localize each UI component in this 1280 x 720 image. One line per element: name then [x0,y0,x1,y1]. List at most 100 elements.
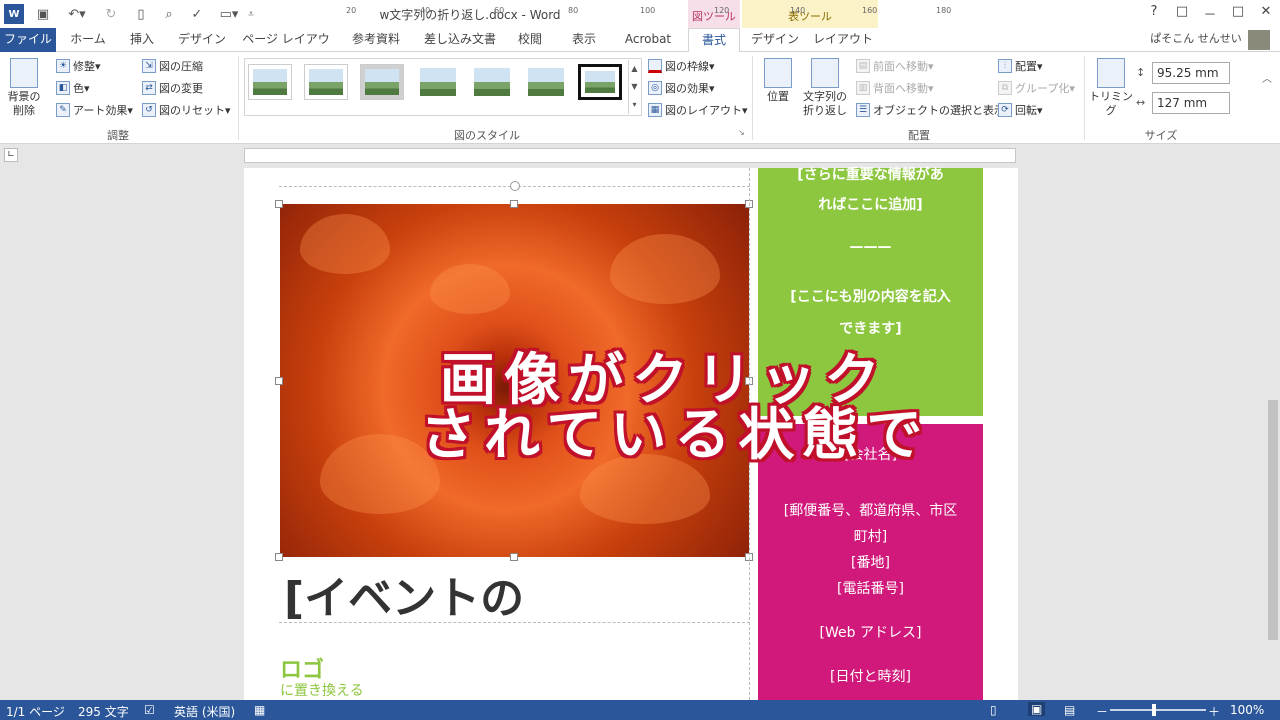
word-app-icon[interactable]: W [4,4,24,24]
word-count[interactable]: 295 文字 [78,703,129,720]
wrap-text-button[interactable]: 文字列の 折り返し [800,58,850,118]
picture-layout-button[interactable]: ▦ 図のレイアウト ▾ [648,100,748,120]
tab-file[interactable]: ファイル [0,28,56,52]
adjust-group-label: 調整 [107,129,129,142]
tab-references[interactable]: 参考資料 [340,28,412,52]
logo-placeholder-subtitle[interactable]: に置き換える [280,680,364,700]
remove-background-button[interactable]: 背景の 削除 [2,58,46,118]
street-address: [番地] [851,555,890,571]
group-divider [752,56,753,140]
tab-acrobat[interactable]: Acrobat [614,28,682,52]
save-icon[interactable]: ▣ [32,4,54,24]
zoom-slider-thumb[interactable] [1152,704,1156,716]
scrollbar-thumb[interactable] [1268,400,1278,640]
tab-view[interactable]: 表示 [562,28,606,52]
minimize-icon[interactable]: － [1198,4,1222,24]
artistic-effects-button[interactable]: ✎ アート効果 ▾ [56,100,133,120]
web-address: [Web アドレス] [819,625,922,641]
bring-forward-button[interactable]: ▤ 前面へ移動 ▾ [856,56,934,76]
crop-icon [1097,58,1125,88]
tab-design[interactable]: デザイン [172,28,232,52]
proofing-icon[interactable]: ☑ [144,703,155,717]
style-thumb[interactable] [578,64,622,100]
gallery-scroll[interactable]: ▲ ▼ ▾ [628,60,640,114]
group-button[interactable]: ⧉ グループ化 ▾ [998,78,1075,98]
style-thumb[interactable] [524,64,568,100]
tab-mailings[interactable]: 差し込み文書 [418,28,502,52]
new-document-icon[interactable]: ▯ [130,4,152,24]
rotate-icon: ⟳ [998,103,1012,117]
style-thumb[interactable] [248,64,292,100]
tab-table-design[interactable]: デザイン [746,28,804,52]
bring-forward-icon: ▤ [856,59,870,73]
customize-qat-icon[interactable]: ⩡ [244,4,258,24]
page-count[interactable]: 1/1 ページ [6,703,65,720]
change-picture-button[interactable]: ⇄ 図の変更 [142,78,203,98]
selection-pane-button[interactable]: ☰ オブジェクトの選択と表示 [856,100,1005,120]
change-picture-label: 図の変更 [159,82,203,95]
ribbon-display-options-icon[interactable]: □ [1170,4,1194,24]
print-layout-icon[interactable]: ▣ [1028,702,1046,716]
close-icon[interactable]: ✕ [1254,4,1278,24]
crop-button[interactable]: トリミング [1088,58,1134,118]
corrections-button[interactable]: ☀ 修整 ▾ [56,56,101,76]
print-preview-icon[interactable]: ⌕ [158,4,180,24]
web-layout-icon[interactable]: ▤ [1064,703,1075,717]
send-backward-button[interactable]: ▥ 背面へ移動 ▾ [856,78,934,98]
macro-record-icon[interactable]: ▦ [254,703,265,717]
zoom-level[interactable]: 100% [1230,703,1264,717]
redo-icon[interactable]: ↻ [100,4,122,24]
open-folder-icon[interactable]: ▭▾ [214,4,244,24]
help-icon[interactable]: ? [1142,4,1166,24]
petal [430,264,510,314]
tab-table-layout[interactable]: レイアウト [812,28,874,52]
tab-selector-icon[interactable]: ∟ [4,148,18,162]
styles-group-label: 図のスタイル [454,129,520,142]
picture-effects-button[interactable]: ◎ 図の効果 ▾ [648,78,715,98]
compress-label: 図の圧縮 [159,60,203,73]
zoom-slider[interactable] [1110,709,1206,711]
send-backward-label: 背面へ移動 [873,82,928,95]
color-icon: ◧ [56,81,70,95]
table-tools-label: 表ツール [742,0,878,28]
reset-picture-button[interactable]: ↺ 図のリセット ▾ [142,100,231,120]
resize-handle[interactable] [510,200,518,208]
rotate-button[interactable]: ⟳ 回転 ▾ [998,100,1043,120]
avatar[interactable] [1248,30,1270,50]
window-title: w文字列の折り返し.docx - Word [379,8,561,22]
collapse-ribbon-icon[interactable]: ︿ [1262,70,1272,85]
height-input[interactable]: 95.25 mm [1152,62,1230,84]
border-icon [648,59,662,73]
style-thumb[interactable] [470,64,514,100]
style-thumb[interactable] [360,64,404,100]
position-button[interactable]: 位置 [758,58,798,104]
resize-handle[interactable] [510,553,518,561]
tab-picture-format[interactable]: 書式 [688,28,740,53]
resize-handle[interactable] [275,553,283,561]
tab-home[interactable]: ホーム [62,28,114,52]
style-thumb[interactable] [416,64,460,100]
align-button[interactable]: ⫶ 配置 ▾ [998,56,1043,76]
picture-border-button[interactable]: 図の枠線 ▾ [648,56,715,76]
event-title[interactable]: [イベントの [284,562,524,626]
style-thumb[interactable] [304,64,348,100]
resize-handle[interactable] [275,200,283,208]
tab-insert[interactable]: 挿入 [120,28,164,52]
color-button[interactable]: ◧ 色 ▾ [56,78,90,98]
ruler-tick: 120 [714,6,730,15]
resize-handle[interactable] [275,377,283,385]
language-indicator[interactable]: 英語 (米国) [174,703,235,720]
width-input[interactable]: 127 mm [1152,92,1230,114]
zoom-out-icon[interactable]: － [1096,703,1108,720]
maximize-icon[interactable]: □ [1226,4,1250,24]
user-account[interactable]: ぱそこん せんせい [1146,28,1246,52]
zoom-in-icon[interactable]: ＋ [1208,703,1220,720]
spelling-icon[interactable]: ✓ [186,4,208,24]
read-mode-icon[interactable]: ▯ [990,703,997,717]
undo-icon[interactable]: ↶▾ [62,4,92,24]
dialog-launcher-icon[interactable]: ↘ [738,128,745,137]
tab-review[interactable]: 校閲 [508,28,552,52]
tab-page-layout[interactable]: ページ レイアウト [238,28,334,68]
rotate-handle-icon[interactable] [510,181,520,191]
compress-pictures-button[interactable]: ⇲ 図の圧縮 [142,56,203,76]
